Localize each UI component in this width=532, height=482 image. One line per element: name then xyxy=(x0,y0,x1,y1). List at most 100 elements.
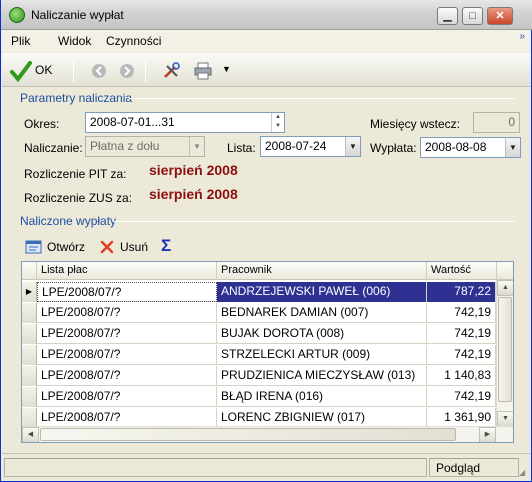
row-selector[interactable] xyxy=(22,387,37,407)
scroll-left-icon[interactable]: ◀ xyxy=(22,427,39,442)
table-row[interactable]: LPE/2008/07/? BUJAK DOROTA (008) 742,19 xyxy=(22,324,496,344)
cell-lista[interactable]: LPE/2008/07/? xyxy=(37,387,217,407)
naliczanie-value: Płatna z dołu xyxy=(90,139,160,153)
cell-wartosc[interactable]: 787,22 xyxy=(427,282,496,302)
forward-button[interactable] xyxy=(119,60,137,82)
ok-label: OK xyxy=(35,63,53,77)
column-header-lista[interactable]: Lista płac xyxy=(37,262,217,280)
window: Naliczanie wypłat ▁ □ ✕ Plik Widok Czynn… xyxy=(0,0,532,482)
cell-wartosc[interactable]: 742,19 xyxy=(427,387,496,407)
cell-lista[interactable]: LPE/2008/07/? xyxy=(37,345,217,365)
table-row[interactable]: LPE/2008/07/? STRZELECKI ARTUR (009) 742,1… xyxy=(22,345,496,365)
cell-pracownik[interactable]: PRUDZIENICA MIECZYSŁAW (013) xyxy=(217,366,427,386)
okres-field[interactable]: 2008-07-01...31 ▲ ▼ xyxy=(85,112,285,133)
cell-wartosc[interactable]: 1 361,90 xyxy=(427,408,496,428)
menu-bar: Plik Widok Czynności » xyxy=(2,30,531,52)
wyplata-value: 2008-08-08 xyxy=(425,140,487,154)
current-row-pointer-icon[interactable]: ▶ xyxy=(22,282,37,302)
cell-pracownik[interactable]: STRZELECKI ARTUR (009) xyxy=(217,345,427,365)
toolbar-separator xyxy=(145,60,146,82)
open-label: Otwórz xyxy=(47,240,86,254)
zus-value: sierpień 2008 xyxy=(149,186,238,202)
table-row[interactable]: LPE/2008/07/? LORENC ZBIGNIEW (017) 1 361,… xyxy=(22,408,496,428)
miesiecy-value: 0 xyxy=(508,115,515,129)
table-row[interactable]: LPE/2008/07/? PRUDZIENICA MIECZYSŁAW (013… xyxy=(22,366,496,386)
cell-lista[interactable]: LPE/2008/07/? xyxy=(37,408,217,428)
row-selector[interactable] xyxy=(22,324,37,344)
chevron-down-icon[interactable]: ▼ xyxy=(345,137,360,156)
resize-grip-icon[interactable]: ◢ xyxy=(519,468,529,478)
menu-plik[interactable]: Plik xyxy=(11,34,30,48)
open-document-icon xyxy=(25,240,42,254)
toolbar-separator xyxy=(73,60,74,82)
cell-lista[interactable]: LPE/2008/07/? xyxy=(37,366,217,386)
wyplata-date-picker[interactable]: 2008-08-08 ▼ xyxy=(420,137,521,158)
vertical-scroll-thumb[interactable] xyxy=(498,297,512,402)
printer-icon xyxy=(194,62,212,80)
table-row[interactable]: LPE/2008/07/? BŁĄD IRENA (016) 742,19 xyxy=(22,387,496,407)
cell-pracownik[interactable]: LORENC ZBIGNIEW (017) xyxy=(217,408,427,428)
okres-label: Okres: xyxy=(24,117,60,131)
cell-pracownik[interactable]: BEDNAREK DAMIAN (007) xyxy=(217,303,427,323)
checkmark-icon xyxy=(10,61,32,82)
spin-down-icon[interactable]: ▼ xyxy=(272,122,284,131)
print-button[interactable]: ▼ xyxy=(194,60,236,82)
vertical-scrollbar[interactable]: ▲ ▼ xyxy=(496,280,513,427)
scroll-right-icon[interactable]: ▶ xyxy=(479,427,496,442)
lista-date-picker[interactable]: 2008-07-24 ▼ xyxy=(260,136,361,157)
delete-button[interactable]: Usuń xyxy=(100,238,152,256)
arrow-left-icon xyxy=(92,64,106,78)
back-button[interactable] xyxy=(91,60,109,82)
cell-wartosc[interactable]: 742,19 xyxy=(427,345,496,365)
chevron-down-icon[interactable]: ▼ xyxy=(222,64,231,74)
cell-lista[interactable]: LPE/2008/07/? xyxy=(37,324,217,344)
horizontal-scroll-thumb[interactable] xyxy=(40,428,456,441)
arrow-right-icon xyxy=(120,64,134,78)
spin-up-icon[interactable]: ▲ xyxy=(272,113,284,122)
chevron-down-icon[interactable]: ▼ xyxy=(505,138,520,157)
window-title: Naliczanie wypłat xyxy=(31,8,124,22)
menu-czynnosci[interactable]: Czynności xyxy=(106,34,161,48)
minimize-button[interactable]: ▁ xyxy=(437,7,458,25)
horizontal-scrollbar[interactable]: ◀ ▶ xyxy=(22,426,513,442)
row-selector[interactable] xyxy=(22,366,37,386)
section-divider xyxy=(114,221,514,222)
cell-pracownik[interactable]: BUJAK DOROTA (008) xyxy=(217,324,427,344)
table-row[interactable]: ▶ LPE/2008/07/? ANDRZEJEWSKI PAWEŁ (006) 78… xyxy=(22,282,496,302)
row-selector[interactable] xyxy=(22,303,37,323)
naliczanie-label: Naliczanie: xyxy=(24,141,83,155)
okres-spinner[interactable]: ▲ ▼ xyxy=(271,113,284,132)
menu-widok[interactable]: Widok xyxy=(58,34,91,48)
zus-label: Rozliczenie ZUS za: xyxy=(24,191,133,205)
open-button[interactable]: Otwórz xyxy=(25,238,89,256)
app-icon xyxy=(9,7,25,23)
column-header-wartosc[interactable]: Wartość xyxy=(427,262,497,280)
wyplata-label: Wypłata: xyxy=(370,141,417,155)
menu-overflow-icon[interactable]: » xyxy=(519,31,525,42)
cell-lista[interactable]: LPE/2008/07/? xyxy=(37,303,217,323)
miesiecy-label: Miesięcy wstecz: xyxy=(370,117,461,131)
ok-button[interactable]: OK xyxy=(10,60,66,82)
tools-button[interactable] xyxy=(162,60,182,82)
section-divider xyxy=(129,98,514,99)
pit-value: sierpień 2008 xyxy=(149,162,238,178)
cell-wartosc[interactable]: 742,19 xyxy=(427,324,496,344)
okres-value: 2008-07-01...31 xyxy=(90,115,175,129)
status-panel-preview: Podgląd xyxy=(429,458,519,477)
maximize-button[interactable]: □ xyxy=(462,7,483,25)
scroll-up-icon[interactable]: ▲ xyxy=(497,280,513,296)
row-selector[interactable] xyxy=(22,408,37,428)
naliczanie-select: Płatna z dołu ▼ xyxy=(85,136,205,157)
cell-wartosc[interactable]: 1 140,83 xyxy=(427,366,496,386)
title-bar: Naliczanie wypłat ▁ □ ✕ xyxy=(1,0,532,30)
table-row[interactable]: LPE/2008/07/? BEDNAREK DAMIAN (007) 742,19 xyxy=(22,303,496,323)
cell-wartosc[interactable]: 742,19 xyxy=(427,303,496,323)
scroll-down-icon[interactable]: ▼ xyxy=(497,411,513,427)
column-header-pracownik[interactable]: Pracownik xyxy=(217,262,427,280)
cell-pracownik[interactable]: BŁĄD IRENA (016) xyxy=(217,387,427,407)
sum-icon[interactable]: Σ xyxy=(161,236,179,255)
cell-lista[interactable]: LPE/2008/07/? xyxy=(37,282,217,302)
row-selector[interactable] xyxy=(22,345,37,365)
cell-pracownik[interactable]: ANDRZEJEWSKI PAWEŁ (006) xyxy=(217,282,427,302)
close-button[interactable]: ✕ xyxy=(487,7,513,25)
